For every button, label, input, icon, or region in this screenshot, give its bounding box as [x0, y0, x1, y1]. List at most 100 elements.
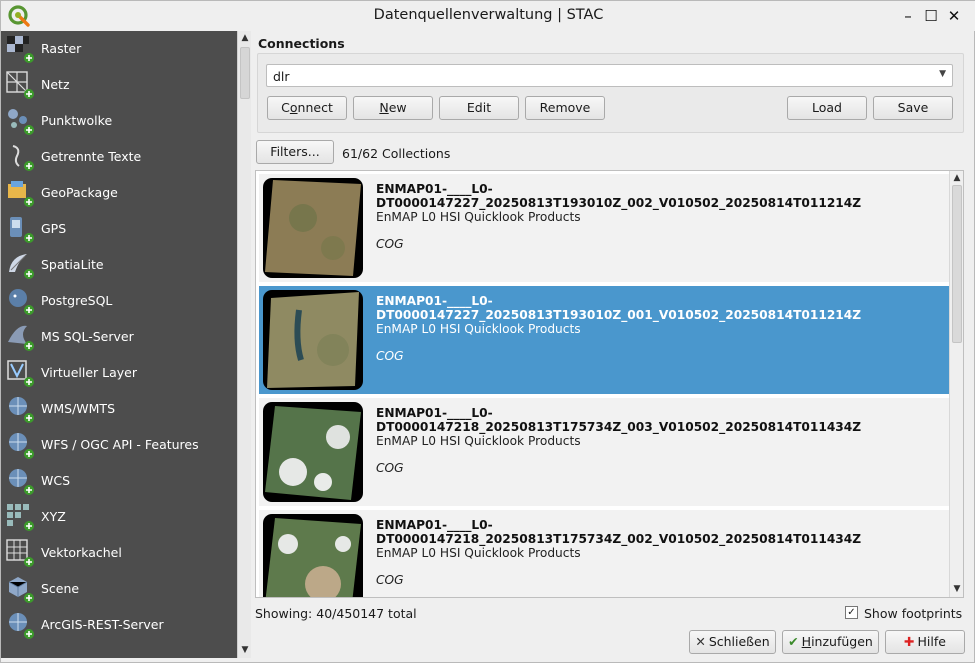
item-format-tag: COG	[376, 573, 404, 587]
connect-label-pre: C	[281, 100, 290, 115]
list-scroll-up-arrow-icon[interactable]: ▲	[952, 173, 962, 183]
sidebar-item-label: ArcGIS-REST-Server	[41, 617, 164, 632]
filters-button[interactable]: Filters...	[256, 140, 334, 164]
list-item[interactable]: ENMAP01-____L0-DT0000147218_20250813T175…	[259, 398, 949, 506]
item-format-tag: COG	[376, 461, 404, 475]
sidebar-item-label: MS SQL-Server	[41, 329, 134, 344]
wms-icon	[9, 397, 34, 423]
item-description: EnMAP L0 HSI Quicklook Products	[376, 546, 581, 560]
results-scrollbar[interactable]: ▲ ▼	[949, 171, 963, 597]
results-scroll-thumb[interactable]	[952, 185, 962, 343]
close-icon: ✕	[695, 634, 706, 649]
scroll-down-arrow-icon[interactable]: ▼	[240, 645, 250, 655]
checkmark-icon: ✔	[788, 634, 799, 649]
maximize-button[interactable]: ☐	[922, 7, 940, 25]
new-connection-button[interactable]: New	[353, 96, 433, 120]
close-window-button[interactable]: ✕	[945, 7, 963, 25]
sidebar-item-point-cloud[interactable]: Punktwolke	[1, 103, 237, 139]
arcgis-rest-icon	[9, 613, 34, 639]
item-description: EnMAP L0 HSI Quicklook Products	[376, 322, 581, 336]
sidebar-item-mssql[interactable]: MS SQL-Server	[1, 319, 237, 355]
sidebar-item-delimited-text[interactable]: Getrennte Texte	[1, 139, 237, 175]
close-button[interactable]: ✕ Schließen	[689, 630, 776, 654]
quicklook-thumbnail	[263, 290, 363, 390]
connect-label-post: nnect	[297, 100, 333, 115]
connections-heading: Connections	[258, 36, 345, 51]
gps-icon	[10, 217, 34, 243]
scene-icon	[8, 577, 34, 603]
sidebar-item-virtual-layer[interactable]: Virtueller Layer	[1, 355, 237, 391]
item-format-tag: COG	[376, 237, 404, 251]
item-title: ENMAP01-____L0-DT0000147227_20250813T193…	[376, 294, 862, 322]
item-format-tag: COG	[376, 349, 404, 363]
sidebar-item-label: XYZ	[41, 509, 66, 524]
sidebar-item-raster[interactable]: Raster	[1, 31, 237, 67]
close-button-label: Schließen	[708, 634, 770, 649]
results-status: Showing: 40/450147 total	[255, 606, 417, 621]
sidebar-item-label: GPS	[41, 221, 67, 236]
sidebar-item-label: PostgreSQL	[41, 293, 113, 308]
list-item[interactable]: ENMAP01-____L0-DT0000147218_20250813T175…	[259, 510, 949, 597]
new-label-post: ew	[388, 100, 407, 115]
save-connections-button[interactable]: Save	[873, 96, 953, 120]
geopackage-icon	[8, 181, 34, 207]
collections-count: 61/62 Collections	[342, 146, 451, 161]
wcs-icon	[9, 469, 34, 495]
sidebar-item-label: GeoPackage	[41, 185, 118, 200]
list-scroll-down-arrow-icon[interactable]: ▼	[952, 584, 962, 594]
sidebar-item-mesh[interactable]: Netz	[1, 67, 237, 103]
sidebar-item-spatialite[interactable]: SpatiaLite	[1, 247, 237, 283]
scroll-up-arrow-icon[interactable]: ▲	[240, 33, 250, 43]
chevron-down-icon: ▼	[939, 69, 946, 79]
results-list[interactable]: ENMAP01-____L0-DT0000147227_20250813T193…	[255, 170, 964, 598]
sidebar-item-geopackage[interactable]: GeoPackage	[1, 175, 237, 211]
help-button[interactable]: ✚ Hilfe	[885, 630, 965, 654]
sidebar-item-arcgis-rest[interactable]: ArcGIS-REST-Server	[1, 607, 237, 643]
remove-connection-button[interactable]: Remove	[525, 96, 605, 120]
help-button-label: Hilfe	[917, 634, 946, 649]
add-label-post: inzufügen	[811, 634, 873, 649]
sidebar-item-wfs[interactable]: WFS / OGC API - Features	[1, 427, 237, 463]
sidebar-item-wcs[interactable]: WCS	[1, 463, 237, 499]
sidebar-item-label: Vektorkachel	[41, 545, 122, 560]
sidebar-item-label: Punktwolke	[41, 113, 113, 128]
item-title: ENMAP01-____L0-DT0000147227_20250813T193…	[376, 182, 862, 210]
edit-connection-button[interactable]: Edit	[439, 96, 519, 120]
add-button[interactable]: ✔ Hinzufügen	[782, 630, 879, 654]
sidebar-item-vector-tile[interactable]: Vektorkachel	[1, 535, 237, 571]
title-bar: Datenquellenverwaltung | STAC – ☐ ✕	[1, 1, 975, 31]
virtual-layer-icon	[7, 360, 34, 387]
connect-label-mnemonic: o	[289, 100, 298, 115]
sidebar-item-label: WMS/WMTS	[41, 401, 116, 416]
vector-tile-icon	[6, 539, 34, 567]
sidebar-item-label: Getrennte Texte	[41, 149, 142, 164]
item-title: ENMAP01-____L0-DT0000147218_20250813T175…	[376, 518, 862, 546]
sidebar-item-label: Raster	[41, 41, 82, 56]
sidebar-scrollbar[interactable]: ▲ ▼	[237, 31, 251, 658]
sidebar-item-label: SpatiaLite	[41, 257, 104, 272]
postgresql-icon	[9, 289, 34, 315]
list-item[interactable]: ENMAP01-____L0-DT0000147227_20250813T193…	[259, 286, 949, 394]
item-description: EnMAP L0 HSI Quicklook Products	[376, 434, 581, 448]
mesh-icon	[6, 71, 34, 99]
wfs-icon	[9, 433, 34, 459]
sidebar-item-postgresql[interactable]: PostgreSQL	[1, 283, 237, 319]
new-label-mnemonic: N	[379, 100, 389, 115]
quicklook-thumbnail	[263, 402, 363, 502]
list-item[interactable]: ENMAP01-____L0-DT0000147227_20250813T193…	[259, 174, 949, 282]
raster-icon	[7, 36, 34, 63]
connection-select[interactable]: dlr ▼	[266, 64, 953, 87]
sidebar-item-gps[interactable]: GPS	[1, 211, 237, 247]
show-footprints-checkbox[interactable]: ✓	[845, 606, 858, 619]
load-connections-button[interactable]: Load	[787, 96, 867, 120]
sidebar-item-label: WCS	[41, 473, 71, 488]
mssql-icon	[8, 325, 34, 351]
sidebar-scroll-thumb[interactable]	[240, 47, 250, 99]
sidebar-item-scene[interactable]: Scene	[1, 571, 237, 607]
sidebar-item-wms[interactable]: WMS/WMTS	[1, 391, 237, 427]
minimize-button[interactable]: –	[899, 7, 917, 25]
sidebar-item-label: Netz	[41, 77, 70, 92]
connect-button[interactable]: Connect	[267, 96, 347, 120]
delimited-text-icon	[12, 145, 34, 171]
sidebar-item-xyz[interactable]: XYZ	[1, 499, 237, 535]
